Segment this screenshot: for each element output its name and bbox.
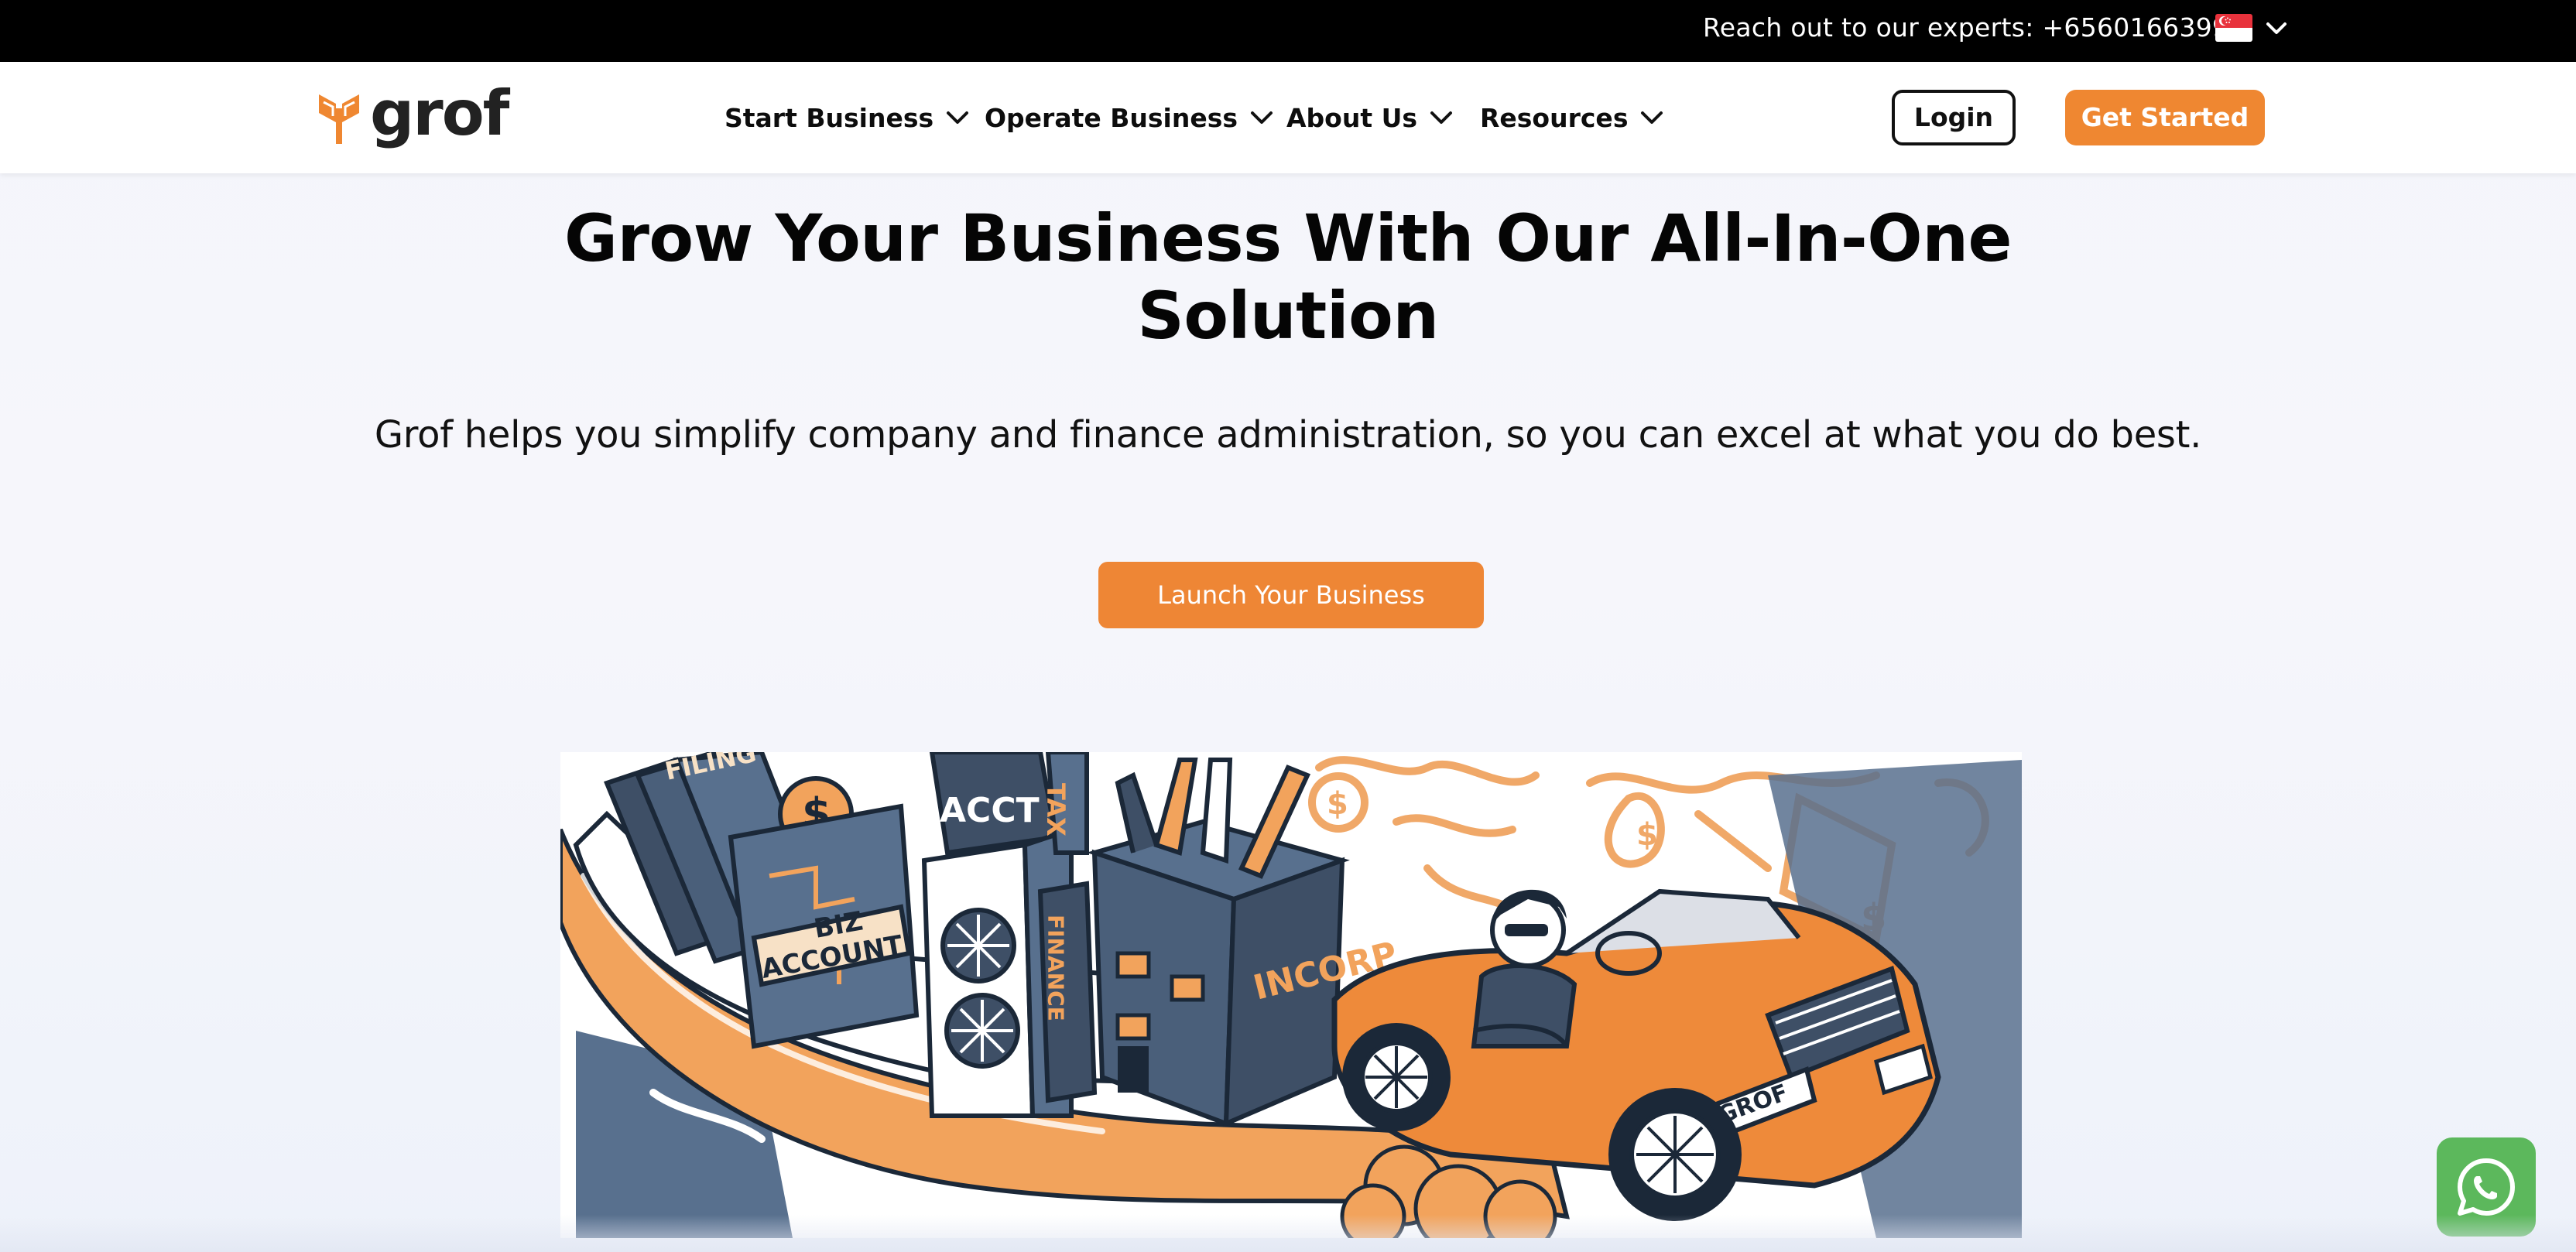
singapore-flag-icon[interactable] [2215,14,2252,42]
get-started-button[interactable]: Get Started [2065,90,2265,145]
biz-account-panel: BIZ ACCOUNT [728,803,920,1049]
login-button[interactable]: Login [1892,90,2016,145]
whatsapp-icon [2458,1158,2515,1216]
dollar-doodle-1: $ [1327,786,1348,822]
grof-logo[interactable]: grof [316,79,509,149]
chevron-down-icon [1641,111,1663,124]
chevron-down-icon [1251,111,1273,124]
top-contact-bar: Reach out to our experts: +6560166399 [0,0,2576,62]
nav-start-business-label: Start Business [724,102,934,133]
label-acct: ACCT [940,791,1040,830]
nav-resources-label: Resources [1480,102,1629,133]
chevron-down-icon [1430,111,1453,124]
tax-finance-pillar: TAX FINANCE [1037,752,1098,1103]
hero-illustration: $ $ $ FILING $ BIZ [560,752,2022,1238]
bottom-fade [0,1215,2576,1252]
brand-name: grof [370,77,509,149]
hero-title: Grow Your Business With Our All-In-One S… [514,200,2062,354]
business-car-illustration: $ $ $ FILING $ BIZ [560,752,2022,1238]
nav-resources[interactable]: Resources [1480,97,1663,138]
label-finance: FINANCE [1043,915,1069,1021]
grof-leaf-logo-icon [319,94,359,144]
contact-experts-text[interactable]: Reach out to our experts: +6560166399 [1703,11,2228,45]
chevron-down-icon [947,111,969,124]
hero-subtitle: Grof helps you simplify company and fina… [374,413,2202,457]
nav-about-us-label: About Us [1286,102,1418,133]
hero-title-line2: Solution [1137,278,1439,354]
nav-start-business[interactable]: Start Business [724,97,969,138]
label-tax: TAX [1041,783,1070,836]
chevron-down-icon[interactable] [2263,19,2290,37]
nav-about-us[interactable]: About Us [1286,97,1453,138]
launch-business-button[interactable]: Launch Your Business [1098,562,1484,628]
hero-title-line1: Grow Your Business With Our All-In-One [564,200,2012,276]
dollar-doodle-2: $ [1636,817,1658,853]
nav-operate-business[interactable]: Operate Business [985,97,1273,138]
main-navbar: grof Start Business Operate Business Abo… [0,62,2576,173]
nav-operate-business-label: Operate Business [985,102,1238,133]
